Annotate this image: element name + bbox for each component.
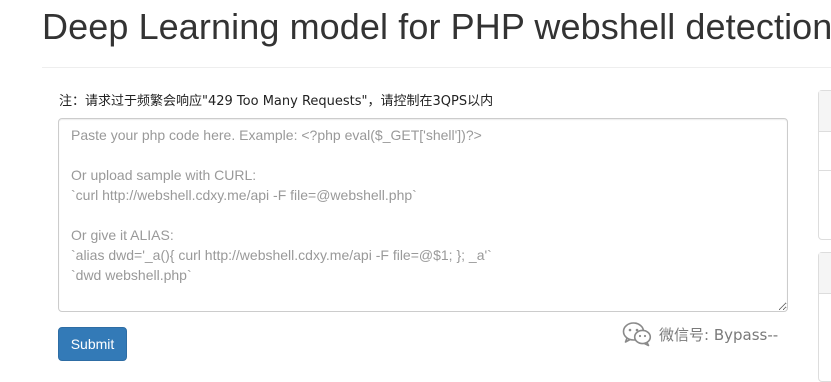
side-panel-heading [819,253,831,294]
php-code-input[interactable] [58,118,788,312]
title-divider [42,67,831,68]
side-panel-heading [819,91,831,132]
side-panel-top [818,90,831,240]
page-title: Deep Learning model for PHP webshell det… [42,6,831,47]
side-panel-row [819,132,831,171]
side-panel-bottom [818,252,831,382]
rate-limit-notice: 注：请求过于频繁会响应"429 Too Many Requests"，请控制在3… [59,94,494,109]
watermark-text: 微信号: Bypass-- [659,325,779,344]
submit-button[interactable]: Submit [58,327,127,361]
watermark: 微信号: Bypass-- [622,320,778,348]
wechat-icon [622,322,652,347]
